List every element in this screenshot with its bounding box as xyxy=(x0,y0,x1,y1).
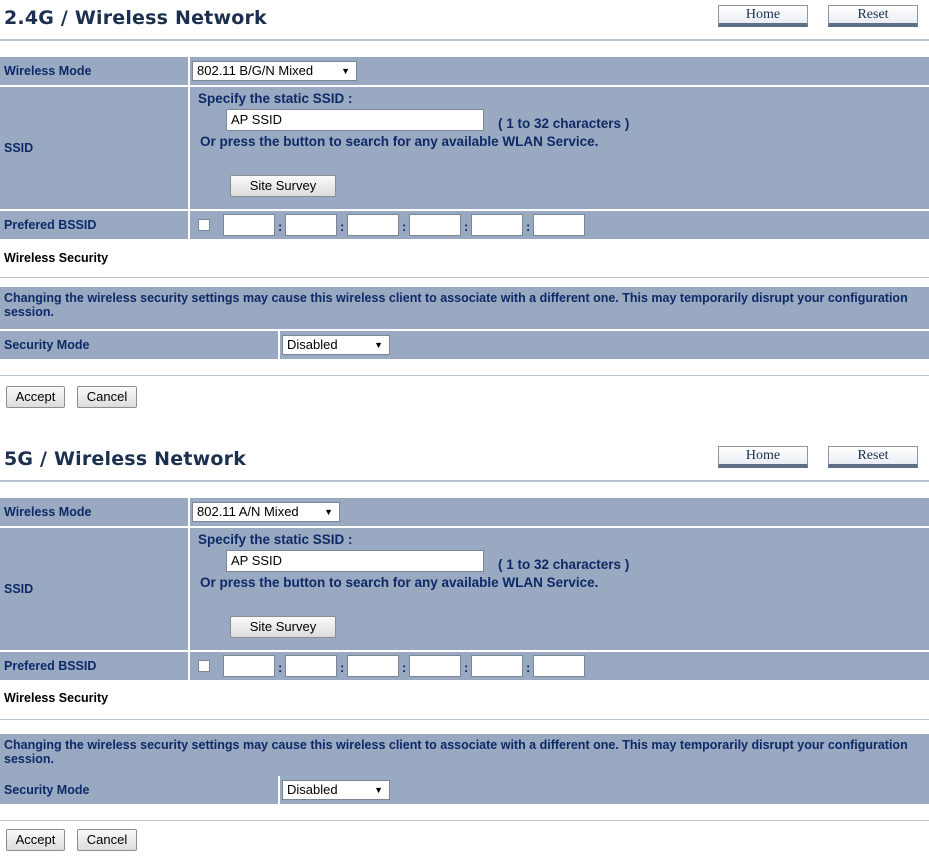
ssid-label: SSID xyxy=(0,528,188,650)
accept-button[interactable]: Accept xyxy=(6,386,65,408)
bssid-octet-3[interactable] xyxy=(347,655,399,677)
page-title: 5G / Wireless Network xyxy=(4,448,247,470)
security-warning: Changing the wireless security settings … xyxy=(0,734,929,776)
ssid-label: SSID xyxy=(0,87,188,209)
wireless-mode-label: Wireless Mode xyxy=(0,498,188,526)
bssid-separator: : xyxy=(340,660,345,675)
wireless-security-heading: Wireless Security xyxy=(4,691,109,705)
prefered-bssid-checkbox[interactable] xyxy=(198,660,210,672)
security-mode-label: Security Mode xyxy=(0,331,278,359)
bssid-octet-1[interactable] xyxy=(223,214,275,236)
bssid-separator: : xyxy=(278,660,283,675)
bssid-separator: : xyxy=(526,660,531,675)
site-survey-button[interactable]: Site Survey xyxy=(230,616,336,638)
wireless-security-heading: Wireless Security xyxy=(4,251,109,265)
site-survey-button[interactable]: Site Survey xyxy=(230,175,336,197)
bssid-separator: : xyxy=(402,660,407,675)
bssid-octet-6[interactable] xyxy=(533,214,585,236)
title-divider xyxy=(0,39,929,41)
prefered-bssid-label: Prefered BSSID xyxy=(0,652,188,680)
chevron-down-icon: ▼ xyxy=(374,785,383,795)
ssid-input[interactable]: AP SSID xyxy=(226,109,484,131)
cancel-button[interactable]: Cancel xyxy=(77,386,137,408)
bssid-octet-2[interactable] xyxy=(285,655,337,677)
bssid-separator: : xyxy=(278,219,283,234)
ssid-search-text: Or press the button to search for any av… xyxy=(200,134,599,149)
ssid-length-hint: ( 1 to 32 characters ) xyxy=(498,557,630,572)
prefered-bssid-checkbox[interactable] xyxy=(198,219,210,231)
security-mode-select[interactable]: Disabled ▼ xyxy=(282,780,390,800)
security-divider xyxy=(0,719,929,720)
home-button[interactable]: Home xyxy=(718,5,808,27)
prefered-bssid-cell: : : : : : xyxy=(190,652,929,680)
cancel-button[interactable]: Cancel xyxy=(77,829,137,851)
bssid-octet-4[interactable] xyxy=(409,655,461,677)
bssid-octet-5[interactable] xyxy=(471,655,523,677)
actions-divider xyxy=(0,820,929,821)
bssid-octet-4[interactable] xyxy=(409,214,461,236)
ssid-search-text: Or press the button to search for any av… xyxy=(200,575,599,590)
wireless-mode-cell: 802.11 A/N Mixed ▼ xyxy=(190,498,929,526)
ssid-cell: Specify the static SSID : AP SSID ( 1 to… xyxy=(190,528,929,650)
page-title: 2.4G / Wireless Network xyxy=(4,7,267,29)
bssid-octet-1[interactable] xyxy=(223,655,275,677)
security-mode-cell: Disabled ▼ xyxy=(280,776,929,804)
chevron-down-icon: ▼ xyxy=(341,66,350,76)
bssid-separator: : xyxy=(340,219,345,234)
bssid-separator: : xyxy=(526,219,531,234)
title-divider xyxy=(0,480,929,482)
section-5g: 5G / Wireless Network Home Reset Wireles… xyxy=(0,446,929,856)
prefered-bssid-cell: : : : : : xyxy=(190,211,929,239)
bssid-octet-2[interactable] xyxy=(285,214,337,236)
accept-button[interactable]: Accept xyxy=(6,829,65,851)
prefered-bssid-label: Prefered BSSID xyxy=(0,211,188,239)
bssid-separator: : xyxy=(402,219,407,234)
security-mode-value: Disabled xyxy=(287,782,338,797)
bssid-octet-3[interactable] xyxy=(347,214,399,236)
bssid-octet-5[interactable] xyxy=(471,214,523,236)
ssid-input[interactable]: AP SSID xyxy=(226,550,484,572)
chevron-down-icon: ▼ xyxy=(324,507,333,517)
home-button[interactable]: Home xyxy=(718,446,808,468)
wireless-mode-select[interactable]: 802.11 B/G/N Mixed ▼ xyxy=(192,61,357,81)
security-mode-select[interactable]: Disabled ▼ xyxy=(282,335,390,355)
wireless-mode-value: 802.11 B/G/N Mixed xyxy=(197,63,314,78)
bssid-octet-6[interactable] xyxy=(533,655,585,677)
security-divider xyxy=(0,277,929,278)
security-mode-cell: Disabled ▼ xyxy=(280,331,929,359)
bssid-separator: : xyxy=(464,219,469,234)
ssid-length-hint: ( 1 to 32 characters ) xyxy=(498,116,630,131)
security-warning: Changing the wireless security settings … xyxy=(0,287,929,329)
ssid-specify-text: Specify the static SSID : xyxy=(198,532,353,547)
chevron-down-icon: ▼ xyxy=(374,340,383,350)
security-mode-value: Disabled xyxy=(287,337,338,352)
ssid-specify-text: Specify the static SSID : xyxy=(198,91,353,106)
wireless-mode-cell: 802.11 B/G/N Mixed ▼ xyxy=(190,57,929,85)
wireless-mode-value: 802.11 A/N Mixed xyxy=(197,504,299,519)
reset-button[interactable]: Reset xyxy=(828,5,918,27)
wireless-mode-label: Wireless Mode xyxy=(0,57,188,85)
reset-button[interactable]: Reset xyxy=(828,446,918,468)
actions-divider xyxy=(0,375,929,376)
bssid-separator: : xyxy=(464,660,469,675)
security-mode-label: Security Mode xyxy=(0,776,278,804)
section-2-4g: 2.4G / Wireless Network Home Reset Wirel… xyxy=(0,5,929,415)
ssid-cell: Specify the static SSID : AP SSID ( 1 to… xyxy=(190,87,929,209)
wireless-mode-select[interactable]: 802.11 A/N Mixed ▼ xyxy=(192,502,340,522)
